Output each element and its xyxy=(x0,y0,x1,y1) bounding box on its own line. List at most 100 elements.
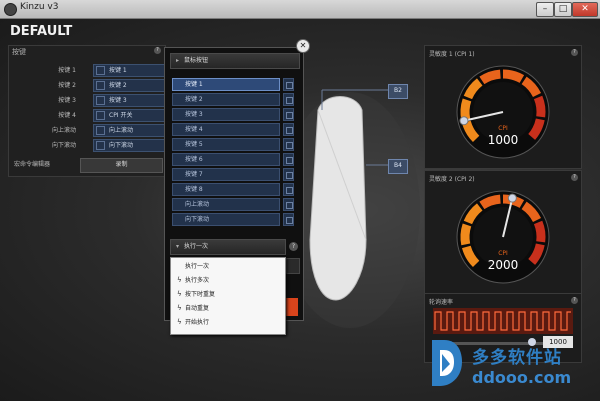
list-item[interactable]: 按键 5 xyxy=(172,138,294,151)
menu-item[interactable]: 执行一次 xyxy=(177,261,209,272)
button-row[interactable]: 向下滚动 向下滚动 xyxy=(14,139,174,152)
button-row-name: 向下滚动 xyxy=(51,142,76,149)
button-row-name: 按键 3 xyxy=(58,97,76,104)
checkbox[interactable] xyxy=(283,183,294,196)
button-row-value-label: 向上滚动 xyxy=(109,127,134,134)
button-row-value-label: 向下滚动 xyxy=(109,142,134,149)
gauge-knob[interactable] xyxy=(459,116,469,126)
button-row-value[interactable]: 向上滚动 xyxy=(93,124,174,137)
close-button[interactable]: ✕ xyxy=(572,2,598,17)
cpi-gauge[interactable]: CPI 1000 xyxy=(455,60,551,164)
popup-close-button[interactable]: ✕ xyxy=(296,39,310,53)
profile-name: DEFAULT xyxy=(10,24,73,39)
checkbox-icon xyxy=(96,66,105,75)
lightning-icon: ϟ xyxy=(177,318,182,326)
list-item[interactable]: 按键 6 xyxy=(172,153,294,166)
list-item-label: 按键 4 xyxy=(172,123,280,136)
mouse-button-header[interactable]: ▸ 鼠标按钮 xyxy=(170,53,300,69)
window-title: Kinzu v3 xyxy=(20,2,59,12)
list-item[interactable]: 按键 7 xyxy=(172,168,294,181)
button-row-value[interactable]: 按键 1 xyxy=(93,64,174,77)
button-row-name: 按键 4 xyxy=(58,112,76,119)
mouse-marker-b2[interactable]: B2 xyxy=(388,84,408,99)
button-row-value-label: CPI 开关 xyxy=(109,112,133,119)
maximize-button[interactable]: □ xyxy=(554,2,572,17)
gauge-knob[interactable] xyxy=(507,193,517,203)
checkbox-icon xyxy=(96,81,105,90)
menu-item-label: 执行多次 xyxy=(185,277,210,284)
button-row-value[interactable]: 向下滚动 xyxy=(93,139,174,152)
menu-item-label: 自动重复 xyxy=(185,305,210,312)
gauge-unit: CPI xyxy=(498,125,508,132)
lightning-icon: ϟ xyxy=(177,290,182,298)
gauge-title: 灵敏度 1 (CPI 1) xyxy=(429,51,475,58)
button-row-value-label: 按键 2 xyxy=(109,82,127,89)
button-row-value[interactable]: CPI 开关 xyxy=(93,109,174,122)
list-item[interactable]: 向下滚动 xyxy=(172,213,294,226)
list-item[interactable]: 按键 3 xyxy=(172,108,294,121)
checkbox[interactable] xyxy=(283,153,294,166)
checkbox[interactable] xyxy=(283,138,294,151)
list-item-label: 向上滚动 xyxy=(172,198,280,211)
mouse-marker-b4[interactable]: B4 xyxy=(388,159,408,174)
gauge-unit: CPI xyxy=(498,250,508,257)
button-row[interactable]: 向上滚动 向上滚动 xyxy=(14,124,174,137)
list-item[interactable]: 按键 8 xyxy=(172,183,294,196)
title-bar: Kinzu v3 – □ ✕ xyxy=(0,0,600,19)
menu-item[interactable]: ϟ 自动重复 xyxy=(177,303,209,314)
list-item-label: 按键 7 xyxy=(172,168,280,181)
list-item[interactable]: 按键 2 xyxy=(172,93,294,106)
watermark-title: 多多软件站 xyxy=(472,348,562,368)
sensitivity-2-panel: 灵敏度 2 (CPI 2) ? CPI 2000 xyxy=(424,170,582,294)
button-row-value-label: 按键 1 xyxy=(109,67,127,74)
execute-menu: 执行一次 ϟ 执行多次 ϟ 按下时重复 ϟ 自动重复 ϟ 开始执行 xyxy=(170,257,286,335)
cpi-gauge[interactable]: CPI 2000 xyxy=(455,185,551,289)
list-item[interactable]: 向上滚动 xyxy=(172,198,294,211)
help-icon[interactable]: ? xyxy=(571,174,578,181)
button-row-value[interactable]: 按键 2 xyxy=(93,79,174,92)
menu-item[interactable]: ϟ 执行多次 xyxy=(177,275,209,286)
checkbox[interactable] xyxy=(283,93,294,106)
input-field[interactable] xyxy=(286,258,300,274)
checkbox[interactable] xyxy=(283,123,294,136)
help-icon[interactable]: ? xyxy=(289,242,298,251)
help-icon[interactable]: ? xyxy=(154,47,161,54)
app-icon xyxy=(4,3,17,16)
checkbox[interactable] xyxy=(283,198,294,211)
apply-button[interactable] xyxy=(286,298,298,316)
list-item-label: 向下滚动 xyxy=(172,213,280,226)
button-row[interactable]: 按键 3 按键 3 xyxy=(14,94,174,107)
button-row[interactable]: 按键 1 按键 1 xyxy=(14,64,174,77)
list-item-label: 按键 5 xyxy=(172,138,280,151)
macro-editor-label: 宏命令编辑器 xyxy=(14,161,51,168)
button-row[interactable]: 按键 2 按键 2 xyxy=(14,79,174,92)
help-icon[interactable]: ? xyxy=(571,297,578,304)
list-item-label: 按键 8 xyxy=(172,183,280,196)
sensitivity-1-panel: 灵敏度 1 (CPI 1) ? CPI 1000 xyxy=(424,45,582,169)
list-item[interactable]: 按键 1 xyxy=(172,78,294,91)
watermark-url: ddooo.com xyxy=(472,368,572,387)
checkbox[interactable] xyxy=(283,213,294,226)
checkbox-icon xyxy=(96,126,105,135)
button-row-name: 按键 1 xyxy=(58,67,76,74)
help-icon[interactable]: ? xyxy=(571,49,578,56)
list-item-label: 按键 3 xyxy=(172,108,280,121)
checkbox[interactable] xyxy=(283,78,294,91)
checkbox[interactable] xyxy=(283,168,294,181)
menu-item-label: 开始执行 xyxy=(185,319,210,326)
button-row-value[interactable]: 按键 3 xyxy=(93,94,174,107)
mouse-illustration xyxy=(300,89,420,328)
menu-item[interactable]: ϟ 开始执行 xyxy=(177,317,209,328)
menu-item[interactable]: ϟ 按下时重复 xyxy=(177,289,215,300)
record-button[interactable]: 录制 xyxy=(80,158,163,173)
lightning-icon: ϟ xyxy=(177,304,182,312)
button-row[interactable]: 按键 4 CPI 开关 xyxy=(14,109,174,122)
checkbox[interactable] xyxy=(283,108,294,121)
polling-title: 轮询速率 xyxy=(429,299,454,306)
list-item[interactable]: 按键 4 xyxy=(172,123,294,136)
list-item-label: 按键 2 xyxy=(172,93,280,106)
gauge-value: 1000 xyxy=(488,133,519,147)
execute-dropdown[interactable]: ▾ 执行一次 xyxy=(170,239,286,255)
minimize-button[interactable]: – xyxy=(536,2,554,17)
menu-item-label: 执行一次 xyxy=(185,263,210,270)
